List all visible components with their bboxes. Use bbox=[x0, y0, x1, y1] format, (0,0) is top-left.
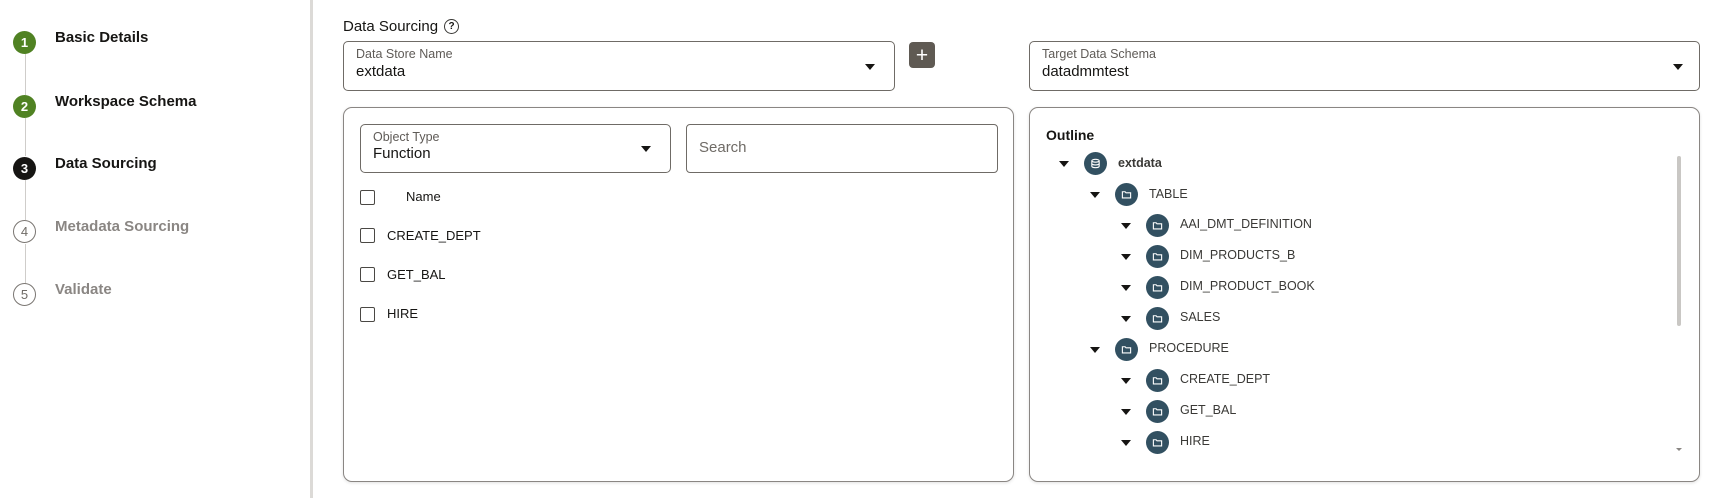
help-icon[interactable]: ? bbox=[444, 19, 460, 34]
folder-icon bbox=[1146, 214, 1169, 237]
tree-expand-icon[interactable] bbox=[1121, 409, 1131, 415]
tree-node-label[interactable]: extdata bbox=[1118, 156, 1162, 170]
data-store-name-select[interactable]: Data Store Name extdata bbox=[343, 41, 895, 91]
outline-title: Outline bbox=[1046, 127, 1095, 143]
tree-node-label[interactable]: PROCEDURE bbox=[1149, 341, 1229, 355]
search-input[interactable]: Search bbox=[686, 124, 998, 173]
folder-icon bbox=[1146, 431, 1169, 454]
step-connector bbox=[25, 118, 26, 156]
folder-icon bbox=[1146, 276, 1169, 299]
data-store-name-label: Data Store Name bbox=[356, 47, 453, 61]
tree-node-label[interactable]: DIM_PRODUCTS_B bbox=[1180, 248, 1295, 262]
tree-node-label[interactable]: AAI_DMT_DEFINITION bbox=[1180, 217, 1312, 231]
tree-expand-icon[interactable] bbox=[1121, 316, 1131, 322]
row-checkbox[interactable] bbox=[360, 307, 375, 322]
tree-expand-icon[interactable] bbox=[1121, 254, 1131, 260]
tree-node-label[interactable]: DIM_PRODUCT_BOOK bbox=[1180, 279, 1315, 293]
step-number: 2 bbox=[13, 95, 36, 118]
tree-expand-icon[interactable] bbox=[1090, 347, 1100, 353]
step-number: 1 bbox=[13, 31, 36, 54]
step-metadata-sourcing[interactable]: 4 Metadata Sourcing bbox=[13, 218, 190, 243]
step-connector bbox=[25, 50, 26, 95]
step-basic-details[interactable]: 1 Basic Details bbox=[13, 29, 149, 54]
folder-icon bbox=[1115, 338, 1138, 361]
step-label: Data Sourcing bbox=[55, 155, 157, 172]
data-store-name-value: extdata bbox=[356, 63, 406, 80]
tree-expand-icon[interactable] bbox=[1121, 223, 1131, 229]
chevron-down-icon[interactable] bbox=[1673, 64, 1683, 70]
folder-icon bbox=[1146, 369, 1169, 392]
object-type-value: Function bbox=[373, 145, 431, 162]
add-data-store-button[interactable]: + bbox=[909, 42, 935, 68]
tree-node-label[interactable]: SALES bbox=[1180, 310, 1220, 324]
tree-expand-icon[interactable] bbox=[1121, 440, 1131, 446]
tree-node-label[interactable]: HIRE bbox=[1180, 434, 1210, 448]
scroll-down-icon[interactable] bbox=[1676, 448, 1682, 451]
step-label: Validate bbox=[55, 281, 112, 298]
row-checkbox[interactable] bbox=[360, 267, 375, 282]
tree-node-label[interactable]: CREATE_DEPT bbox=[1180, 372, 1270, 386]
step-label: Basic Details bbox=[55, 29, 149, 46]
step-number: 3 bbox=[13, 157, 36, 180]
target-data-schema-select[interactable]: Target Data Schema datadmmtest bbox=[1029, 41, 1700, 91]
step-data-sourcing[interactable]: 3 Data Sourcing bbox=[13, 155, 157, 180]
tree-node-label[interactable]: GET_BAL bbox=[1180, 403, 1236, 417]
section-title-text: Data Sourcing bbox=[343, 18, 439, 35]
step-number: 5 bbox=[13, 283, 36, 306]
step-validate[interactable]: 5 Validate bbox=[13, 281, 112, 306]
outline-scrollbar[interactable] bbox=[1677, 156, 1681, 326]
folder-icon bbox=[1115, 183, 1138, 206]
step-workspace-schema[interactable]: 2 Workspace Schema bbox=[13, 93, 197, 118]
step-connector bbox=[25, 180, 26, 220]
object-type-select[interactable]: Object Type Function bbox=[360, 124, 671, 173]
select-all-checkbox[interactable] bbox=[360, 190, 375, 205]
row-checkbox[interactable] bbox=[360, 228, 375, 243]
chevron-down-icon[interactable] bbox=[865, 64, 875, 70]
folder-icon bbox=[1146, 400, 1169, 423]
target-data-schema-label: Target Data Schema bbox=[1042, 47, 1156, 61]
tree-node-label[interactable]: TABLE bbox=[1149, 187, 1188, 201]
vertical-divider bbox=[310, 0, 313, 498]
list-item[interactable]: CREATE_DEPT bbox=[387, 228, 481, 243]
search-placeholder: Search bbox=[699, 139, 747, 156]
tree-expand-icon[interactable] bbox=[1059, 161, 1069, 167]
step-number: 4 bbox=[13, 220, 36, 243]
name-column-header: Name bbox=[406, 189, 441, 204]
tree-expand-icon[interactable] bbox=[1121, 285, 1131, 291]
list-item[interactable]: GET_BAL bbox=[387, 267, 446, 282]
tree-expand-icon[interactable] bbox=[1121, 378, 1131, 384]
section-title: Data Sourcing ? bbox=[343, 18, 460, 35]
folder-icon bbox=[1146, 245, 1169, 268]
list-item[interactable]: HIRE bbox=[387, 306, 418, 321]
target-data-schema-value: datadmmtest bbox=[1042, 63, 1129, 80]
step-connector bbox=[25, 244, 26, 284]
step-label: Workspace Schema bbox=[55, 93, 197, 110]
folder-icon bbox=[1146, 307, 1169, 330]
tree-expand-icon[interactable] bbox=[1090, 192, 1100, 198]
train-stepper: 1 Basic Details 2 Workspace Schema 3 Dat… bbox=[0, 0, 310, 498]
chevron-down-icon[interactable] bbox=[641, 146, 651, 152]
database-icon bbox=[1084, 152, 1107, 175]
object-type-label: Object Type bbox=[373, 130, 440, 144]
step-label: Metadata Sourcing bbox=[55, 218, 190, 235]
